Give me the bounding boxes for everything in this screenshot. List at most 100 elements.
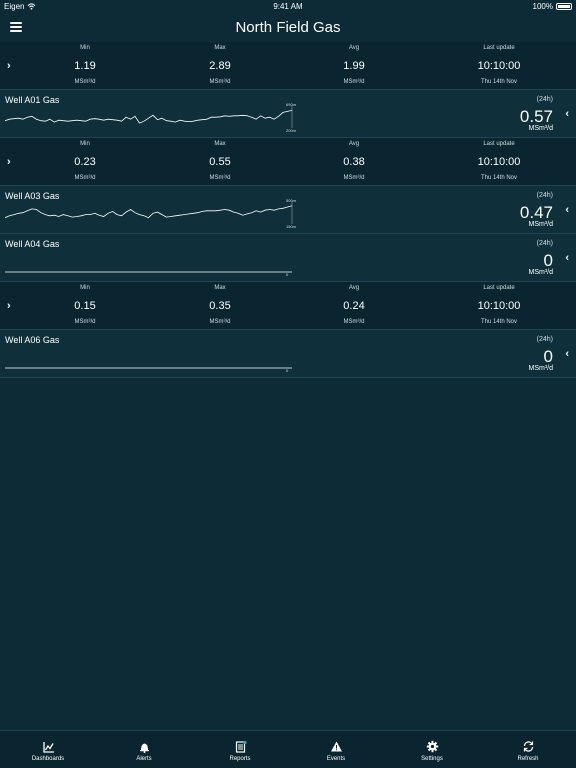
tab-label: Refresh [517,756,539,762]
stat-avg-unit: MSm³/d [343,79,365,85]
page-title: North Field Gas [235,18,341,36]
stat-update-time: 10:10:00 [477,60,521,72]
stats-row[interactable]: › Min 1.19 MSm³/d Max 2.89 MSm³/d Avg 1.… [0,42,576,90]
collapse-chevron-icon[interactable]: ‹ [565,204,569,216]
stat-max-label: Max [214,45,226,51]
tab-dashboards[interactable]: Dashboards [0,731,96,768]
stat-min-label: Min [80,141,90,147]
stat-max-value: 0.55 [209,156,231,168]
axis-bottom-label: 0 [286,272,289,277]
current-unit: MSm³/d [528,125,554,132]
stat-avg-value: 0.24 [343,300,365,312]
current-unit: MSm³/d [528,221,554,228]
tab-reports[interactable]: Reports [192,731,288,768]
stat-update-time: 10:10:00 [477,156,521,168]
stat-max-unit: MSm³/d [209,79,231,85]
stats-row[interactable]: › Min 0.23 MSm³/d Max 0.55 MSm³/d Avg 0.… [0,138,576,186]
tab-alerts[interactable]: Alerts [96,731,192,768]
stat-avg-unit: MSm³/d [343,175,365,181]
tab-label: Events [326,756,346,762]
tab-label: Reports [229,756,251,762]
status-time: 9:41 AM [273,2,303,11]
current-value: 0 [543,251,553,270]
stat-avg-label: Avg [348,141,360,147]
nav-bar: North Field Gas [0,12,576,42]
expand-chevron-icon[interactable]: › [7,60,11,72]
stat-max-unit: MSm³/d [209,319,231,325]
stat-update-label: Last update [483,285,515,291]
chart-icon [42,742,54,753]
well-chart-row[interactable]: Well A06 Gas (24h) 0 MSm³/d ‹ 0 [0,330,576,378]
sparkline-chart: 0 [5,271,292,277]
gear-icon [426,740,438,753]
expand-chevron-icon[interactable]: › [7,300,11,312]
stat-min-label: Min [80,285,90,291]
tab-refresh[interactable]: Refresh [480,731,576,768]
axis-top-label: 650m [286,103,297,107]
current-value: 0.47 [519,203,553,222]
stat-max-value: 2.89 [209,60,231,72]
stat-max-label: Max [214,141,226,147]
tab-label: Settings [421,756,443,762]
period-label: (24h) [536,192,553,199]
stats-row[interactable]: › Min 0.15 MSm³/d Max 0.35 MSm³/d Avg 0.… [0,282,576,330]
tab-label: Alerts [136,756,152,762]
report-icon [235,740,247,753]
stat-max-unit: MSm³/d [209,175,231,181]
stat-max-label: Max [214,285,226,291]
well-list: › Min 1.19 MSm³/d Max 2.89 MSm³/d Avg 1.… [0,42,576,378]
period-label: (24h) [536,336,553,343]
stat-update-date: Thu 14th Nov [480,79,518,85]
current-unit: MSm³/d [528,365,554,372]
stat-min-value: 1.19 [74,60,96,72]
tab-bar: Dashboards Alerts Reports Events Setting… [0,730,576,768]
well-chart-row[interactable]: Well A04 Gas (24h) 0 MSm³/d ‹ 0 [0,234,576,282]
stat-avg-value: 0.38 [343,156,365,168]
stat-update-label: Last update [483,45,515,51]
expand-chevron-icon[interactable]: › [7,156,11,168]
sparkline-chart: 0 [5,367,292,373]
tab-label: Dashboards [31,756,65,762]
stat-min-unit: MSm³/d [74,175,96,181]
axis-bottom-label: 200m [286,128,297,133]
stat-min-unit: MSm³/d [74,79,96,85]
sparkline-series [5,205,293,219]
axis-top-label: 500m [286,199,297,203]
collapse-chevron-icon[interactable]: ‹ [565,108,569,120]
stat-min-value: 0.23 [74,156,96,168]
current-value: 0 [543,347,553,366]
stat-min-label: Min [80,45,90,51]
stat-update-date: Thu 14th Nov [480,175,518,181]
well-chart-row[interactable]: Well A03 Gas (24h) 0.47 MSm³/d ‹ 500m 150m [0,186,576,234]
warning-icon [330,741,342,752]
stat-update-date: Thu 14th Nov [480,319,518,325]
tab-events[interactable]: Events [288,731,384,768]
stat-update-label: Last update [483,141,515,147]
sparkline-chart: 500m 150m [5,199,297,229]
tab-settings[interactable]: Settings [384,731,480,768]
stat-min-unit: MSm³/d [74,319,96,325]
collapse-chevron-icon[interactable]: ‹ [565,348,569,360]
well-chart-row[interactable]: Well A01 Gas (24h) 0.57 MSm³/d ‹ 650m 200m [0,90,576,138]
stat-avg-label: Avg [348,285,360,291]
status-bar: Eigen 9:41 AM 100% [0,0,576,12]
stat-update-time: 10:10:00 [477,300,521,312]
stat-max-value: 0.35 [209,300,231,312]
axis-bottom-label: 150m [286,224,297,229]
current-unit: MSm³/d [528,269,554,276]
period-label: (24h) [536,96,553,103]
battery-icon [556,2,572,10]
stat-avg-value: 1.99 [343,60,365,72]
stat-avg-label: Avg [348,45,360,51]
current-value: 0.57 [519,107,553,126]
collapse-chevron-icon[interactable]: ‹ [565,252,569,264]
refresh-icon [523,741,533,752]
stat-avg-unit: MSm³/d [343,319,365,325]
menu-icon[interactable] [10,22,22,32]
axis-bottom-label: 0 [286,368,289,373]
bell-icon [139,743,149,753]
sparkline-chart: 650m 200m [5,103,297,133]
period-label: (24h) [536,240,553,247]
sparkline-series [5,110,293,124]
stat-min-value: 0.15 [74,300,96,312]
